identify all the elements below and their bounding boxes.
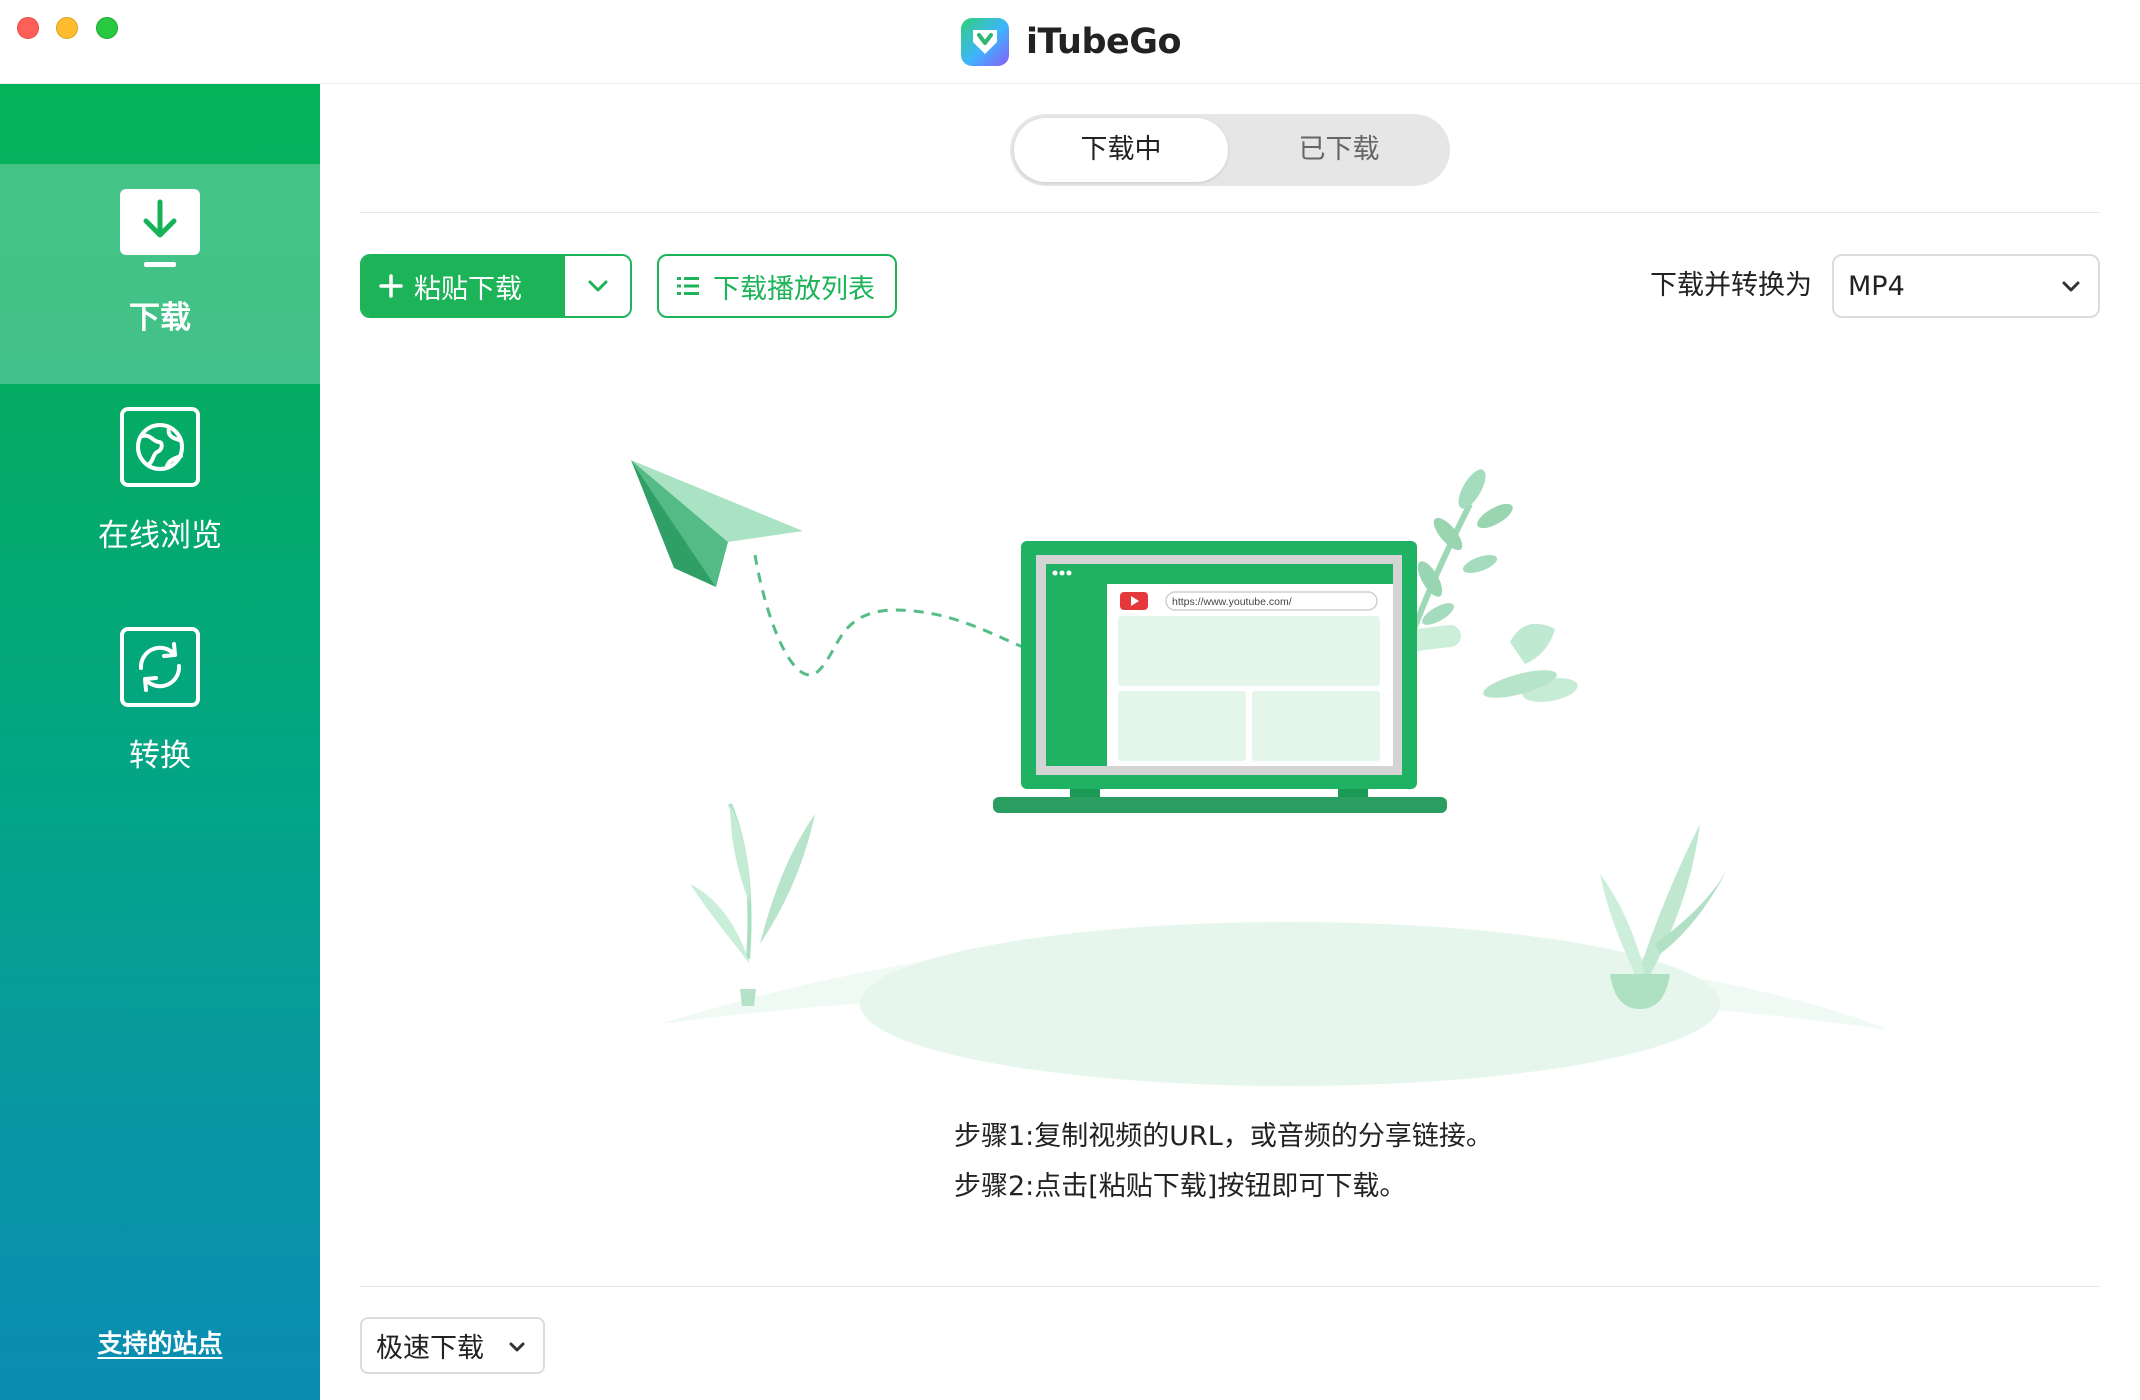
output-format-select[interactable]: MP4 — [1832, 254, 2100, 318]
list-icon — [677, 277, 699, 295]
sidebar: 下载 在线浏览 转换 支持的站点 — [0, 84, 320, 1400]
globe-icon — [120, 407, 200, 487]
minimize-window-button[interactable] — [56, 17, 78, 39]
download-tabs: 下载中 已下载 — [1010, 114, 1450, 186]
paste-download-button[interactable]: 粘贴下载 — [362, 256, 565, 316]
title-bar: iTubeGo — [0, 0, 2140, 84]
plus-icon — [379, 274, 403, 298]
app-title-group: iTubeGo — [960, 17, 1182, 67]
step-1-text: 步骤1:复制视频的URL，或音频的分享链接。 — [954, 1121, 1493, 1152]
convert-to-label: 下载并转换为 — [1650, 270, 1812, 301]
download-playlist-label: 下载播放列表 — [713, 273, 875, 305]
download-speed-select[interactable]: 极速下载 — [360, 1317, 545, 1374]
download-playlist-button[interactable]: 下载播放列表 — [657, 254, 897, 318]
close-window-button[interactable] — [17, 17, 39, 39]
chevron-down-icon — [2062, 281, 2080, 292]
sidebar-item-label: 下载 — [129, 300, 191, 336]
zoom-window-button[interactable] — [96, 17, 118, 39]
chevron-down-icon — [509, 1342, 525, 1352]
download-icon — [120, 189, 200, 267]
instructions: 步骤1:复制视频的URL，或音频的分享链接。 步骤2:点击[粘贴下载]按钮即可下… — [954, 1112, 1493, 1212]
download-speed-value: 极速下载 — [376, 1333, 484, 1364]
paste-download-group: 粘贴下载 — [360, 254, 632, 318]
sidebar-item-label: 转换 — [129, 738, 191, 774]
main-panel: 下载中 已下载 粘贴下载 下载播放列表 下载并转换为 MP4 https://w… — [320, 84, 2140, 1400]
illustration-url-text: https://www.youtube.com/ — [1172, 596, 1292, 608]
sidebar-item-convert[interactable]: 转换 — [0, 604, 320, 824]
app-title: iTubeGo — [1026, 22, 1182, 62]
sidebar-item-label: 在线浏览 — [98, 518, 222, 554]
tab-downloaded[interactable]: 已下载 — [1232, 118, 1446, 182]
tab-downloading[interactable]: 下载中 — [1014, 118, 1228, 182]
header-divider — [360, 212, 2100, 213]
empty-state-illustration: https://www.youtube.com/ — [631, 460, 1890, 1086]
output-format-value: MP4 — [1848, 270, 1905, 302]
convert-icon — [120, 627, 200, 707]
paste-options-dropdown[interactable] — [565, 256, 630, 316]
chevron-down-icon — [588, 280, 607, 292]
paste-download-label: 粘贴下载 — [414, 273, 522, 305]
footer-divider — [360, 1286, 2100, 1287]
step-2-text: 步骤2:点击[粘贴下载]按钮即可下载。 — [954, 1171, 1407, 1202]
sidebar-item-download[interactable]: 下载 — [0, 164, 320, 384]
sidebar-item-browse[interactable]: 在线浏览 — [0, 384, 320, 604]
supported-sites-link[interactable]: 支持的站点 — [0, 1324, 320, 1360]
itubego-logo-icon — [961, 18, 1009, 66]
